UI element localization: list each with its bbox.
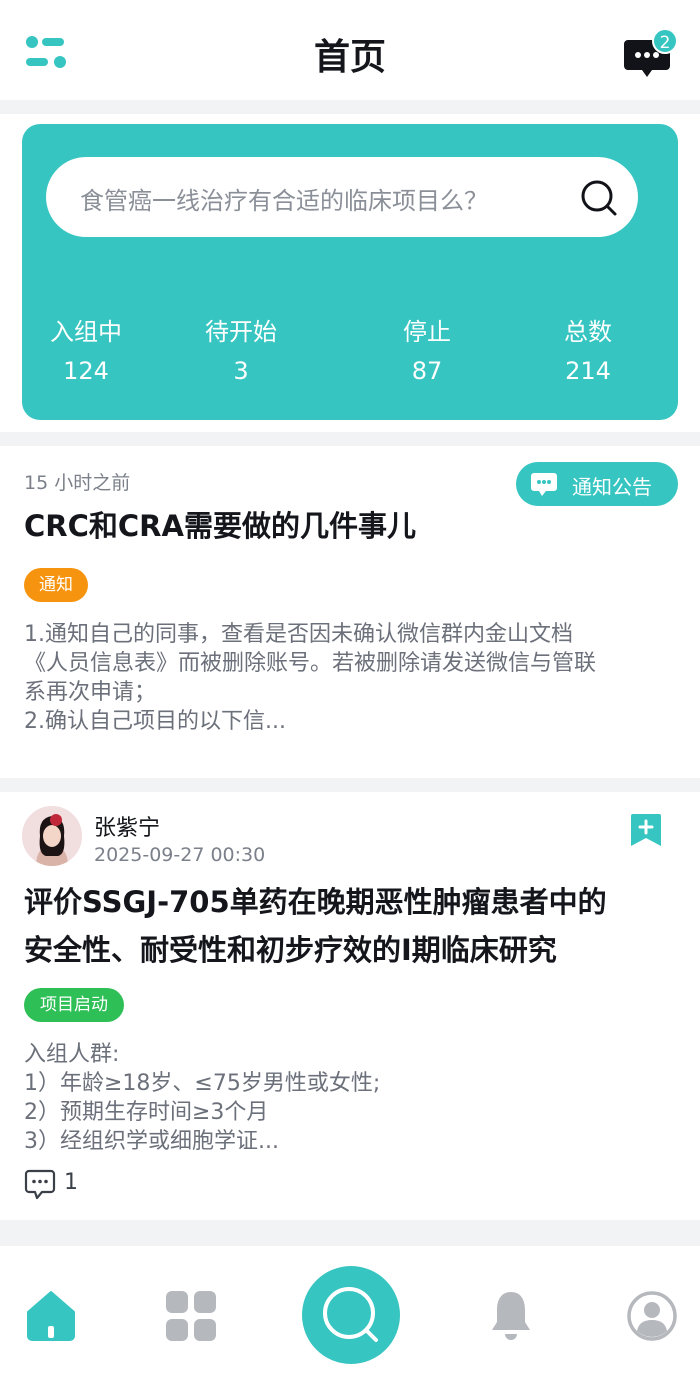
post-body-line: 2）预期生存时间≥3个月 xyxy=(24,1100,269,1125)
notice-body-line: 《人员信息表》而被删除账号。若被删除请发送微信与管联 xyxy=(24,651,597,676)
stat-label: 入组中 xyxy=(50,318,122,346)
notice-category-button[interactable]: 通知公告 xyxy=(516,462,678,506)
post-title[interactable]: 评价SSGJ-705单药在晚期恶性肿瘤患者中的 安全性、耐受性和初步疗效的I期临… xyxy=(24,878,674,974)
stat-value: 124 xyxy=(63,357,109,385)
stat-value: 87 xyxy=(411,357,443,385)
bookmark-add-icon[interactable] xyxy=(630,812,662,848)
avatar[interactable] xyxy=(22,806,82,866)
stat-value: 3 xyxy=(233,357,249,385)
page-title: 首页 xyxy=(313,37,386,78)
notice-card[interactable]: 15 小时之前 通知公告 CRC和CRA需要做的几件事儿 通知 1.通知自己的同… xyxy=(0,446,700,778)
search-placeholder: 食管癌一线治疗有合适的临床项目么？ xyxy=(80,187,488,215)
stats-card: 食管癌一线治疗有合适的临床项目么？ 入组中 124 待开始 3 停止 87 总数… xyxy=(22,124,678,420)
stat-label: 待开始 xyxy=(205,318,277,346)
search-tab-button[interactable] xyxy=(302,1266,400,1364)
comment-icon[interactable] xyxy=(24,1168,56,1200)
notice-category-label: 通知公告 xyxy=(572,475,652,499)
comment-count: 1 xyxy=(64,1170,78,1195)
app-header: 首页 2 xyxy=(0,0,700,100)
avatar-image xyxy=(22,806,82,866)
search-icon[interactable] xyxy=(580,179,618,217)
post-body-line: 入组人群: xyxy=(24,1042,120,1067)
notice-time: 15 小时之前 xyxy=(24,472,131,494)
post-body-line: 3）经组织学或细胞学证... xyxy=(24,1129,279,1154)
grid-icon[interactable] xyxy=(165,1290,217,1342)
notice-body: 1.通知自己的同事，查看是否因未确认微信群内金山文档 《人员信息表》而被删除账号… xyxy=(24,620,684,736)
stat-stopped[interactable]: 停止 87 xyxy=(357,312,497,385)
post-tag: 项目启动 xyxy=(24,988,124,1022)
bottom-tab-bar xyxy=(0,1246,700,1384)
stat-label: 总数 xyxy=(564,318,612,346)
chat-bubble-icon xyxy=(531,473,557,496)
home-icon[interactable] xyxy=(24,1288,78,1342)
post-time: 2025-09-27 00:30 xyxy=(94,844,266,866)
notice-tag: 通知 xyxy=(24,568,88,602)
notice-body-line: 1.通知自己的同事，查看是否因未确认微信群内金山文档 xyxy=(24,622,573,647)
stat-value: 214 xyxy=(565,357,611,385)
stat-label: 停止 xyxy=(403,318,451,346)
post-card[interactable]: 张紫宁 2025-09-27 00:30 评价SSGJ-705单药在晚期恶性肿瘤… xyxy=(0,792,700,1220)
post-title-line: 安全性、耐受性和初步疗效的I期临床研究 xyxy=(24,933,557,967)
notice-body-line: 2.确认自己项目的以下信... xyxy=(24,709,286,734)
post-body: 入组人群: 1）年龄≥18岁、≤75岁男性或女性; 2）预期生存时间≥3个月 3… xyxy=(24,1040,684,1156)
notice-title[interactable]: CRC和CRA需要做的几件事儿 xyxy=(24,502,674,550)
message-count-badge: 2 xyxy=(652,28,678,54)
stat-enrolling[interactable]: 入组中 124 xyxy=(16,312,156,385)
author-name[interactable]: 张紫宁 xyxy=(94,810,160,842)
notice-body-line: 系再次申请； xyxy=(24,680,157,705)
stat-pending[interactable]: 待开始 3 xyxy=(171,312,311,385)
profile-icon[interactable] xyxy=(626,1290,678,1342)
search-input[interactable]: 食管癌一线治疗有合适的临床项目么？ xyxy=(46,157,638,237)
bell-icon[interactable] xyxy=(490,1288,532,1342)
post-title-line: 评价SSGJ-705单药在晚期恶性肿瘤患者中的 xyxy=(24,885,607,919)
search-panel: 食管癌一线治疗有合适的临床项目么？ 入组中 124 待开始 3 停止 87 总数… xyxy=(0,114,700,432)
stat-total[interactable]: 总数 214 xyxy=(518,312,658,385)
post-body-line: 1）年龄≥18岁、≤75岁男性或女性; xyxy=(24,1071,381,1096)
search-icon xyxy=(323,1287,378,1342)
